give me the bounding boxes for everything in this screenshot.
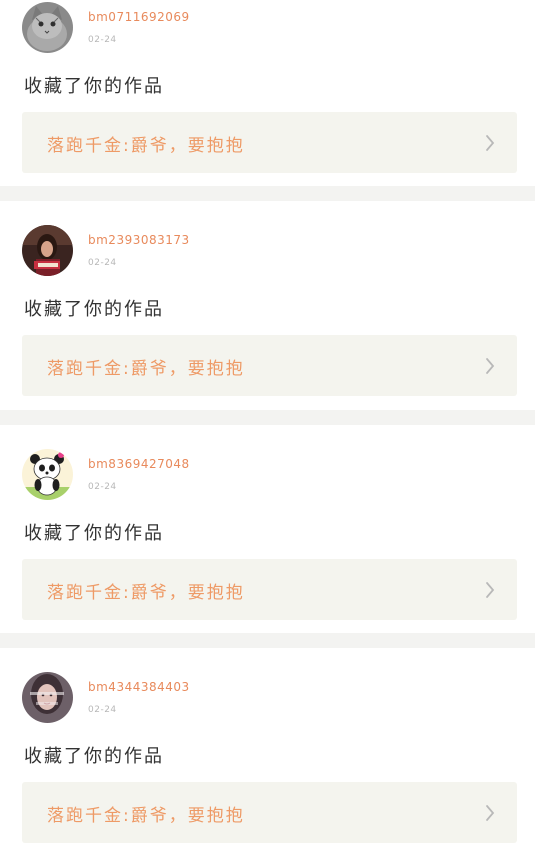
- notification-item: bm8369427048 02-24 收藏了你的作品 落跑千金:爵爷，要抱抱: [0, 425, 535, 633]
- woman-photo-avatar-icon[interactable]: [22, 672, 73, 723]
- work-title: 落跑千金:爵爷，要抱抱: [47, 136, 245, 156]
- username[interactable]: bm2393083173: [88, 233, 190, 247]
- divider: [0, 410, 535, 425]
- notification-item: bm0711692069 02-24 收藏了你的作品 落跑千金:爵爷，要抱抱: [0, 0, 535, 186]
- chevron-right-icon: [486, 805, 495, 821]
- username[interactable]: bm0711692069: [88, 10, 190, 24]
- chevron-right-icon: [486, 135, 495, 151]
- panda-avatar-icon[interactable]: [22, 449, 73, 500]
- work-link[interactable]: 落跑千金:爵爷，要抱抱: [22, 559, 517, 620]
- notification-item: bm2393083173 02-24 收藏了你的作品 落跑千金:爵爷，要抱抱: [0, 201, 535, 410]
- action-text: 收藏了你的作品: [24, 299, 164, 320]
- notification-item: bm4344384403 02-24 收藏了你的作品 落跑千金:爵爷，要抱抱: [0, 648, 535, 846]
- timestamp: 02-24: [88, 705, 117, 715]
- action-text: 收藏了你的作品: [24, 746, 164, 767]
- divider: [0, 186, 535, 201]
- notification-feed: bm0711692069 02-24 收藏了你的作品 落跑千金:爵爷，要抱抱 b…: [0, 0, 535, 846]
- work-link[interactable]: 落跑千金:爵爷，要抱抱: [22, 112, 517, 173]
- action-text: 收藏了你的作品: [24, 76, 164, 97]
- chevron-right-icon: [486, 582, 495, 598]
- action-text: 收藏了你的作品: [24, 523, 164, 544]
- cat-avatar-icon[interactable]: [22, 2, 73, 53]
- chevron-right-icon: [486, 358, 495, 374]
- work-link[interactable]: 落跑千金:爵爷，要抱抱: [22, 335, 517, 396]
- girl-photo-avatar-icon[interactable]: [22, 225, 73, 276]
- username[interactable]: bm4344384403: [88, 680, 190, 694]
- timestamp: 02-24: [88, 258, 117, 268]
- work-title: 落跑千金:爵爷，要抱抱: [47, 359, 245, 379]
- username[interactable]: bm8369427048: [88, 457, 190, 471]
- work-title: 落跑千金:爵爷，要抱抱: [47, 806, 245, 826]
- timestamp: 02-24: [88, 35, 117, 45]
- work-link[interactable]: 落跑千金:爵爷，要抱抱: [22, 782, 517, 843]
- timestamp: 02-24: [88, 482, 117, 492]
- work-title: 落跑千金:爵爷，要抱抱: [47, 583, 245, 603]
- divider: [0, 633, 535, 648]
